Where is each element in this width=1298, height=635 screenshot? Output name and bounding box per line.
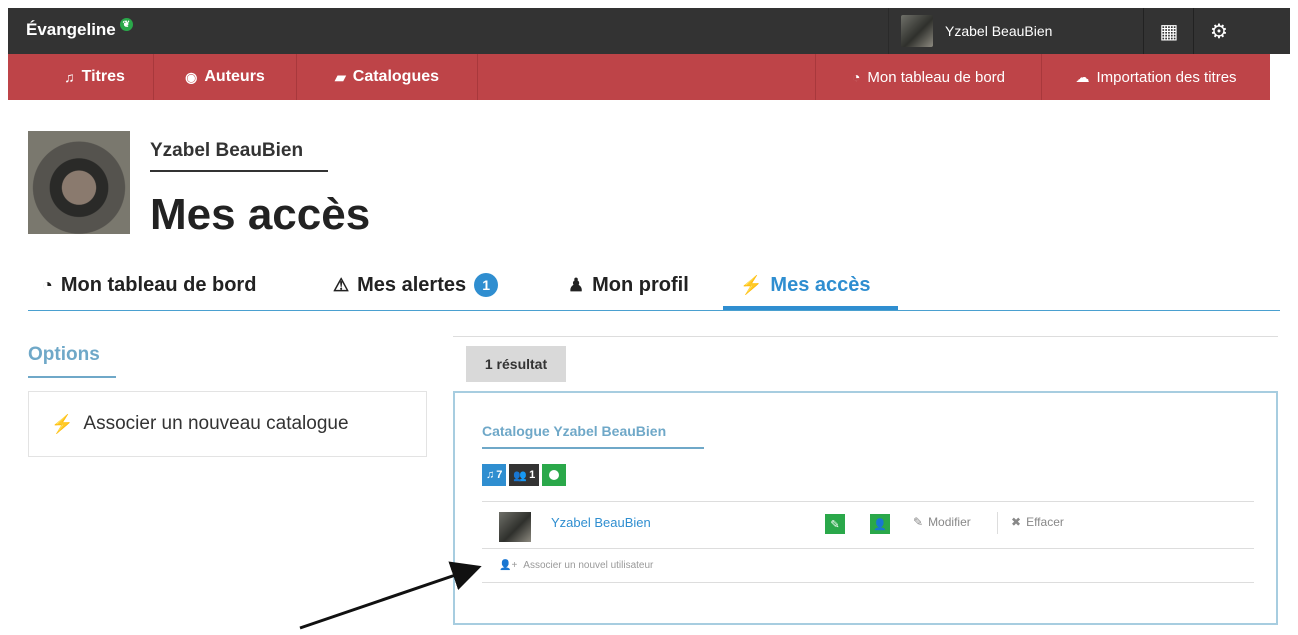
annotation-arrow	[299, 561, 482, 630]
